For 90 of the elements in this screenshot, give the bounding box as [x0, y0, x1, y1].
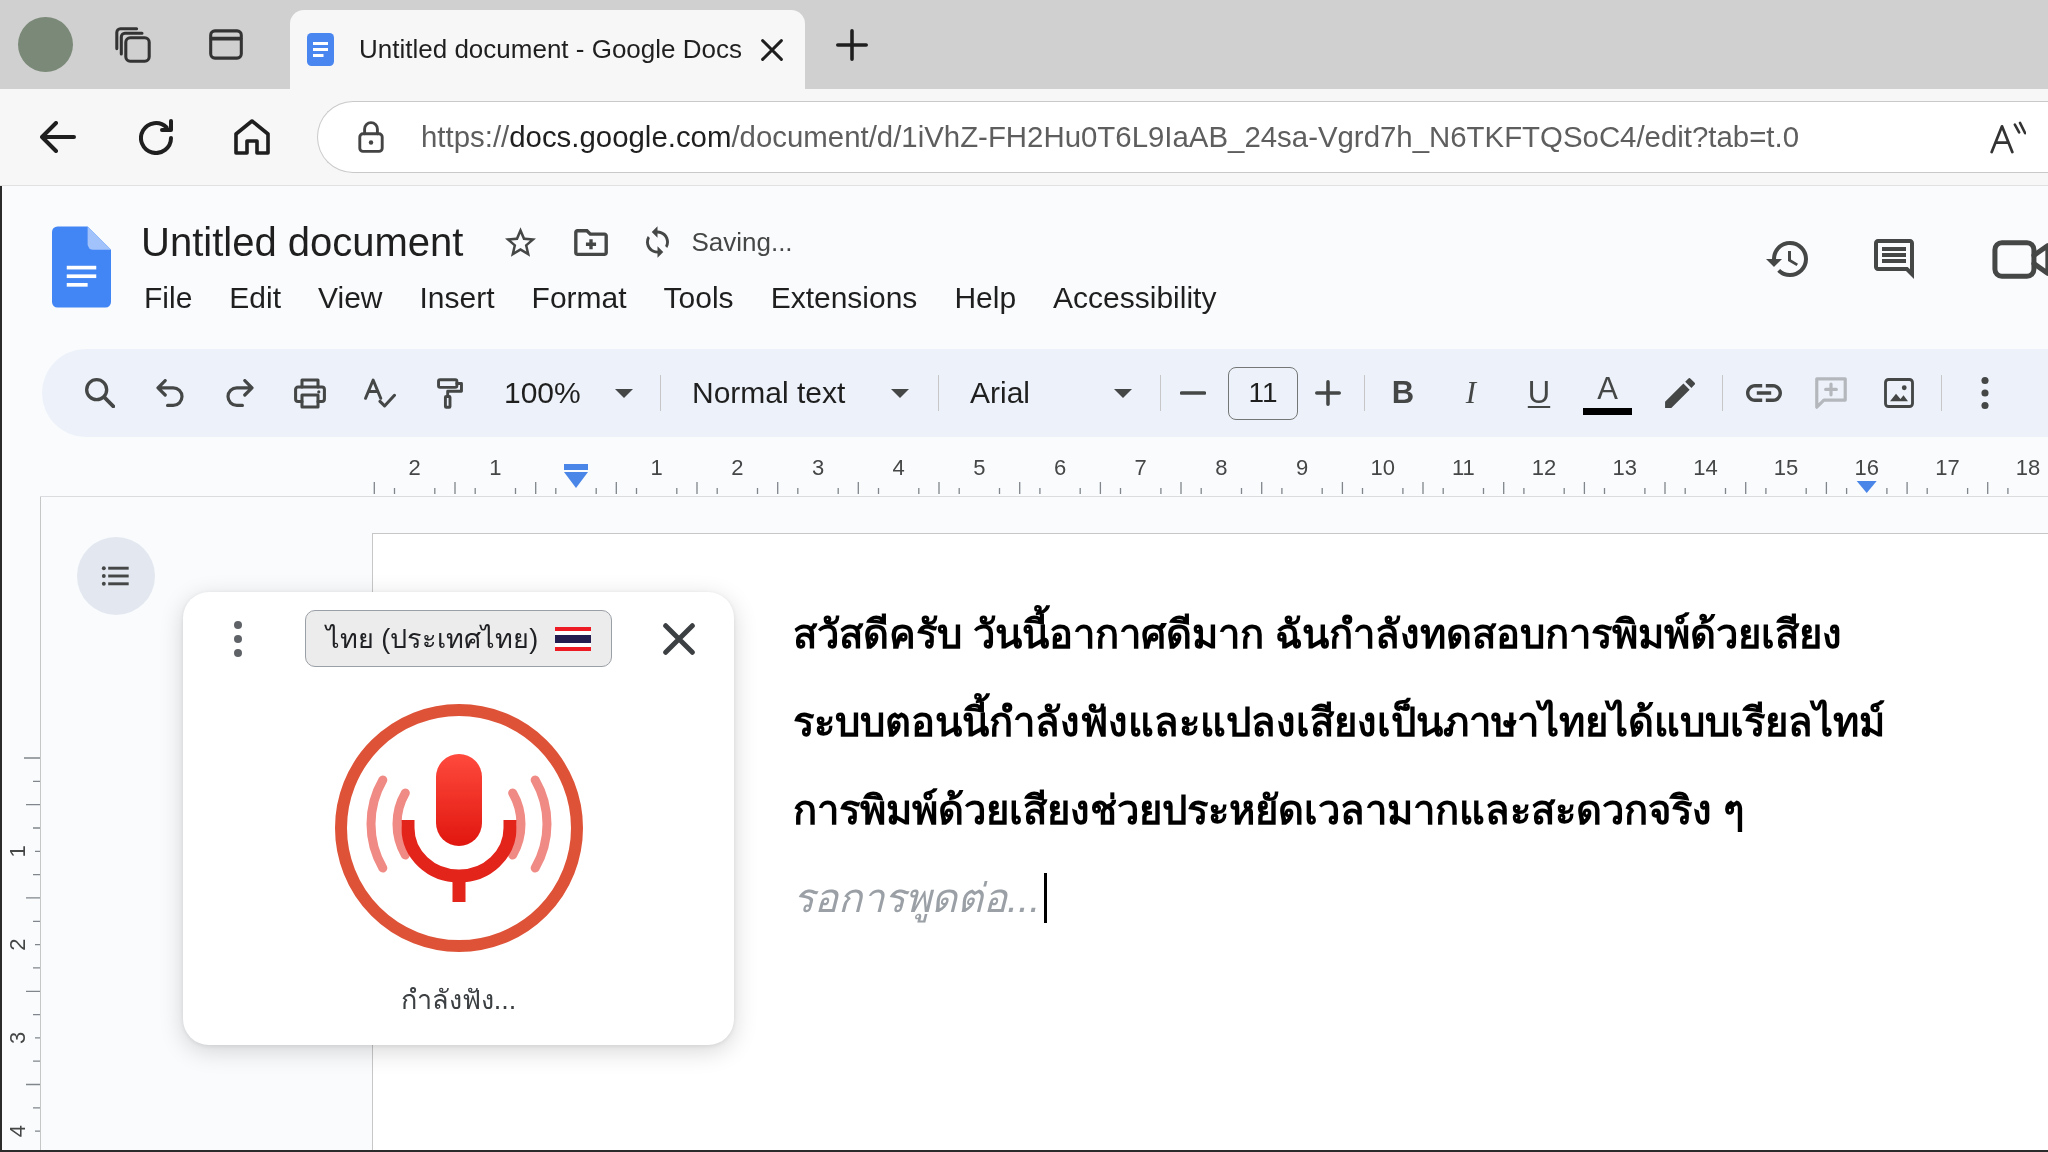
- menu-item[interactable]: Extensions: [770, 278, 918, 318]
- lock-icon[interactable]: [358, 121, 384, 153]
- italic-button[interactable]: I: [1453, 373, 1489, 413]
- sync-icon: [646, 226, 670, 258]
- more-icon[interactable]: [233, 620, 243, 657]
- star-icon[interactable]: [505, 227, 537, 257]
- ruler-number: 11: [1452, 455, 1475, 480]
- menu-item[interactable]: Insert: [419, 278, 495, 318]
- ruler-number: 9: [1295, 455, 1309, 480]
- minus-icon[interactable]: [1180, 391, 1206, 395]
- menu-item[interactable]: Tools: [663, 278, 734, 318]
- ruler-number: 2: [731, 455, 744, 480]
- search-icon[interactable]: [85, 378, 115, 408]
- reload-icon[interactable]: [139, 119, 173, 155]
- text-cursor: [1044, 873, 1048, 923]
- video-camera-icon[interactable]: [1992, 239, 2048, 279]
- menu-item[interactable]: File: [144, 278, 193, 318]
- layers-icon[interactable]: [115, 26, 151, 63]
- listening-status: กำลังฟัง...: [400, 984, 517, 1017]
- underline-button[interactable]: U: [1521, 373, 1557, 413]
- list-icon[interactable]: [77, 537, 155, 615]
- ruler-number: 7: [1134, 455, 1147, 480]
- document-paragraph: สวัสดีครับ วันนี้อากาศดีมาก ฉันกำลังทดสอบการพิมพ์ด้วยเสียง: [793, 590, 2048, 678]
- plus-icon[interactable]: [1315, 380, 1341, 406]
- paint-roller-icon[interactable]: [437, 377, 463, 409]
- ruler-number: 17: [1935, 455, 1960, 480]
- interim-text: รอการพูดต่อ...: [793, 866, 1041, 930]
- font-size-field[interactable]: 11: [1228, 366, 1298, 420]
- window-icon[interactable]: [209, 29, 243, 60]
- ruler-number: 5: [973, 455, 986, 480]
- print-icon[interactable]: [294, 377, 326, 409]
- save-status: Saving...: [691, 226, 793, 258]
- ruler-number: 2: [5, 938, 31, 951]
- thai-flag-icon: [555, 626, 592, 651]
- caret-icon: [891, 388, 909, 398]
- undo-icon[interactable]: [156, 379, 184, 407]
- paragraph-style-dropdown[interactable]: Normal text: [692, 376, 909, 410]
- browser-tab[interactable]: Untitled document - Google Docs: [290, 10, 805, 89]
- ruler-number: 8: [1215, 455, 1228, 480]
- comment-icon[interactable]: [1874, 239, 1914, 279]
- ruler-number: 13: [1612, 455, 1637, 480]
- ruler-number: 18: [2015, 455, 2041, 480]
- indent-marker-icon[interactable]: [564, 464, 588, 488]
- back-arrow-icon[interactable]: [40, 121, 76, 153]
- spellcheck-icon[interactable]: [364, 378, 396, 408]
- link-icon[interactable]: [1746, 384, 1782, 402]
- ruler-number: 2: [408, 455, 421, 480]
- zoom-dropdown[interactable]: 100%: [504, 376, 633, 410]
- ruler-number: 15: [1773, 455, 1799, 480]
- image-icon[interactable]: [1884, 378, 1914, 408]
- pencil-icon[interactable]: [1665, 378, 1695, 408]
- ruler-number: 4: [892, 455, 905, 480]
- caret-icon: [1114, 388, 1132, 398]
- menu-item[interactable]: Accessibility: [1053, 278, 1217, 318]
- history-icon[interactable]: [1766, 241, 1808, 277]
- redo-icon[interactable]: [226, 379, 254, 407]
- more-icon[interactable]: [1981, 377, 1989, 409]
- folder-icon[interactable]: [574, 228, 609, 256]
- read-aloud-icon[interactable]: [1990, 120, 2026, 154]
- close-icon[interactable]: [761, 38, 783, 61]
- text-color-button[interactable]: A: [1583, 371, 1632, 415]
- close-icon[interactable]: [663, 622, 695, 655]
- ruler-number: 1: [5, 845, 31, 858]
- menu-item[interactable]: Edit: [229, 278, 282, 318]
- indent-marker-icon[interactable]: [1856, 481, 1877, 493]
- ruler-number: 6: [1053, 455, 1067, 480]
- ruler-number: 1: [650, 455, 663, 480]
- menu-item[interactable]: Format: [531, 278, 627, 318]
- ruler-number: 16: [1854, 455, 1879, 480]
- ruler-number: 10: [1370, 455, 1395, 480]
- plus-icon[interactable]: [836, 28, 868, 61]
- caret-icon: [615, 388, 633, 398]
- font-dropdown[interactable]: Arial: [970, 376, 1132, 410]
- language-chip[interactable]: ไทย (ประเทศไทย): [304, 610, 613, 667]
- document-paragraph: การพิมพ์ด้วยเสียงช่วยประหยัดเวลามากและสะดวกจริง ๆ: [793, 787, 1746, 834]
- bold-button[interactable]: B: [1385, 373, 1421, 413]
- document-paragraph: ระบบตอนนี้กำลังฟังและแปลงเสียงเป็นภาษาไทยได้แบบเรียลไทม์: [793, 678, 2048, 766]
- document-icon[interactable]: [52, 226, 111, 308]
- ruler-number: 14: [1693, 455, 1718, 480]
- document-title[interactable]: Untitled document: [141, 218, 464, 266]
- ruler-number: 12: [1531, 455, 1557, 480]
- document-icon: [307, 33, 334, 66]
- menu-item[interactable]: View: [318, 278, 383, 318]
- address-bar[interactable]: https://docs.google.com/document/d/1iVhZ-FH2Hu0T6L9IaAB_24sa-Vgrd7h_N6TKFTQSoC4/edit?tab=t.0: [317, 101, 2048, 173]
- menu-item[interactable]: Help: [954, 278, 1017, 318]
- ruler-number: 3: [811, 455, 825, 480]
- ruler-number: 3: [5, 1031, 31, 1045]
- ruler-number: 1: [489, 455, 502, 480]
- ruler-number: 4: [5, 1125, 31, 1138]
- home-icon[interactable]: [234, 119, 270, 155]
